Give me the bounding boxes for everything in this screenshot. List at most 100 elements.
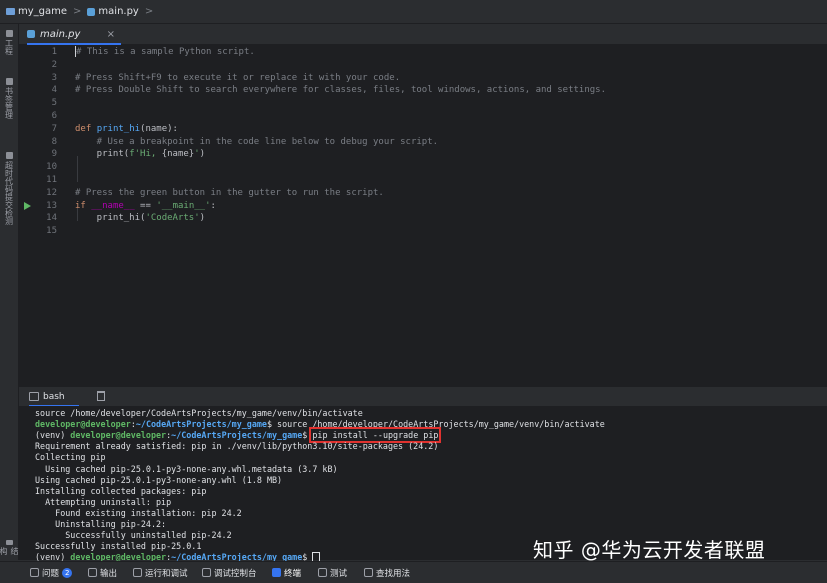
terminal-line: Using cached pip-25.0.1-py3-none-any.whl…	[35, 475, 282, 486]
terminal-text: Uninstalling pip-24.2:	[35, 519, 167, 529]
code-line[interactable]: 15	[19, 225, 827, 238]
bottom-tab-label: 输出	[100, 568, 118, 579]
bottom-tab-debug-console[interactable]: 调试控制台	[202, 562, 257, 583]
code-token: print_hi	[96, 123, 141, 134]
line-number[interactable]: 9	[37, 148, 57, 161]
bottom-tab-label: 调试控制台	[214, 568, 257, 579]
code-line[interactable]: 3 # Press Shift+F9 to execute it or repla…	[19, 72, 827, 85]
code-line[interactable]: 13 if __name__ == '__main__':	[19, 200, 827, 213]
code-token: # Press Double Shift to search everywher…	[75, 85, 607, 96]
code-line[interactable]: 9 print(f'Hi, {name}')	[19, 148, 827, 161]
code-line[interactable]: 4 # Press Double Shift to search everywhe…	[19, 84, 827, 97]
line-number[interactable]: 13	[37, 200, 57, 213]
tab-main-py[interactable]: main.py ×	[27, 24, 121, 45]
line-number[interactable]: 3	[37, 72, 57, 85]
code-line[interactable]: 11	[19, 174, 827, 187]
python-file-icon	[87, 7, 96, 16]
bottom-tab-find-usages[interactable]: 查找用法	[364, 562, 410, 583]
terminal-text: $ source /home/developer/CodeArtsProject…	[266, 419, 605, 430]
code-token: def	[75, 123, 97, 134]
terminal-line: developer@developer:~/CodeArtsProjects/m…	[35, 419, 605, 430]
line-number[interactable]: 7	[37, 123, 57, 136]
terminal-icon	[29, 392, 39, 401]
code-token: # This is a sample Python script.	[76, 47, 255, 57]
code-line[interactable]: 8 # Use a breakpoint in the code line be…	[19, 136, 827, 149]
terminal-line: (venv) developer@developer:~/CodeArtsPro…	[35, 427, 442, 444]
code-text: # Press Double Shift to search everywher…	[75, 84, 606, 97]
tool-window-bookmarks[interactable]: 书签管理	[2, 78, 16, 119]
code-text: print(f'Hi, {name}')	[75, 148, 205, 161]
code-text: # Press Shift+F9 to execute it or replac…	[75, 72, 400, 85]
line-number[interactable]: 1	[37, 46, 57, 59]
tool-window-project[interactable]: 工程	[2, 30, 16, 55]
run-gutter-icon[interactable]	[24, 201, 31, 210]
left-tool-window-bar: 工程 书签管理 超时代码提交检测 结构	[0, 24, 19, 560]
line-number[interactable]: 10	[37, 161, 57, 174]
code-text: print_hi('CodeArts')	[75, 212, 205, 225]
terminal-line: Attempting uninstall: pip	[35, 497, 171, 508]
bottom-tab-label: 查找用法	[376, 568, 411, 579]
code-line[interactable]: 6	[19, 110, 827, 123]
project-icon	[5, 30, 13, 37]
terminal-line: Installing collected packages: pip	[35, 486, 206, 497]
line-number[interactable]: 2	[37, 59, 57, 72]
problems-count-badge: 2	[62, 567, 73, 578]
line-number[interactable]: 14	[37, 212, 57, 225]
trash-icon[interactable]	[97, 391, 105, 401]
code-text: def print_hi(name):	[75, 123, 178, 136]
terminal-line: Successfully uninstalled pip-24.2	[35, 530, 231, 541]
bottom-tab-run-debug[interactable]: 运行和调试	[133, 562, 188, 583]
code-token: # Press the green button in the gutter t…	[75, 187, 384, 198]
commit-icon	[5, 152, 13, 159]
code-line[interactable]: 7 def print_hi(name):	[19, 123, 827, 136]
terminal-text: ~/CodeArtsProjects/my_game	[171, 430, 303, 441]
find-usages-icon	[364, 568, 373, 577]
line-number[interactable]: 8	[37, 136, 57, 149]
code-token: '__main__'	[156, 200, 211, 211]
line-number[interactable]: 15	[37, 225, 57, 238]
code-editor[interactable]: 1 # This is a sample Python script. 2 3 # Pr…	[19, 45, 827, 386]
code-line[interactable]: 1 # This is a sample Python script.	[19, 46, 827, 59]
code-token: print(	[75, 149, 130, 160]
bottom-tab-output[interactable]: 输出	[88, 562, 117, 583]
output-icon	[88, 568, 97, 577]
line-number[interactable]: 12	[37, 187, 57, 200]
folder-icon	[6, 8, 15, 15]
code-line[interactable]: 5	[19, 97, 827, 110]
terminal-line: Uninstalling pip-24.2:	[35, 519, 166, 530]
terminal-text: Installing collected packages: pip	[35, 485, 207, 496]
close-tab-icon[interactable]: ×	[107, 29, 115, 40]
line-number[interactable]: 6	[37, 110, 57, 123]
bottom-tab-test[interactable]: 测试	[318, 562, 347, 583]
terminal-text: source /home/developer/CodeArtsProjects/…	[35, 408, 363, 418]
tool-window-structure[interactable]: 结构	[0, 540, 19, 560]
code-token: 'CodeArts'	[145, 213, 200, 224]
code-line[interactable]: 14 print_hi('CodeArts')	[19, 212, 827, 225]
terminal-line: Successfully installed pip-25.0.1	[35, 541, 201, 552]
code-token: )	[199, 149, 206, 160]
code-line[interactable]: 12 # Press the green button in the gutter…	[19, 187, 827, 200]
terminal-icon	[272, 568, 281, 577]
terminal-tab-label: bash	[43, 391, 65, 402]
bottom-tab-terminal[interactable]: 终端	[272, 562, 301, 583]
code-token: # Use a breakpoint in the code line belo…	[75, 136, 439, 147]
test-icon	[318, 568, 327, 577]
breadcrumb-project[interactable]: my_game	[18, 6, 67, 17]
tool-window-commit-check[interactable]: 超时代码提交检测	[2, 152, 16, 225]
code-line[interactable]: 10	[19, 161, 827, 174]
tool-window-label: 超时代码提交检测	[4, 161, 14, 225]
tab-bash[interactable]: bash	[29, 387, 79, 407]
line-number[interactable]: 11	[37, 174, 57, 187]
bottom-tab-problems[interactable]: 问题 2	[30, 562, 73, 583]
line-number[interactable]: 5	[37, 97, 57, 110]
structure-icon	[5, 540, 13, 546]
code-text: # Use a breakpoint in the code line belo…	[75, 136, 438, 149]
terminal-text: developer@developer	[70, 430, 167, 441]
code-line[interactable]: 2	[19, 59, 827, 72]
terminal-text: ~/CodeArtsProjects/my_game	[135, 419, 267, 430]
code-token: # Press Shift+F9 to execute it or replac…	[75, 72, 401, 83]
navigation-bar: my_game > main.py >	[0, 0, 827, 24]
breadcrumb-file[interactable]: main.py	[98, 6, 138, 17]
line-number[interactable]: 4	[37, 84, 57, 97]
breadcrumb-separator: >	[144, 6, 154, 17]
